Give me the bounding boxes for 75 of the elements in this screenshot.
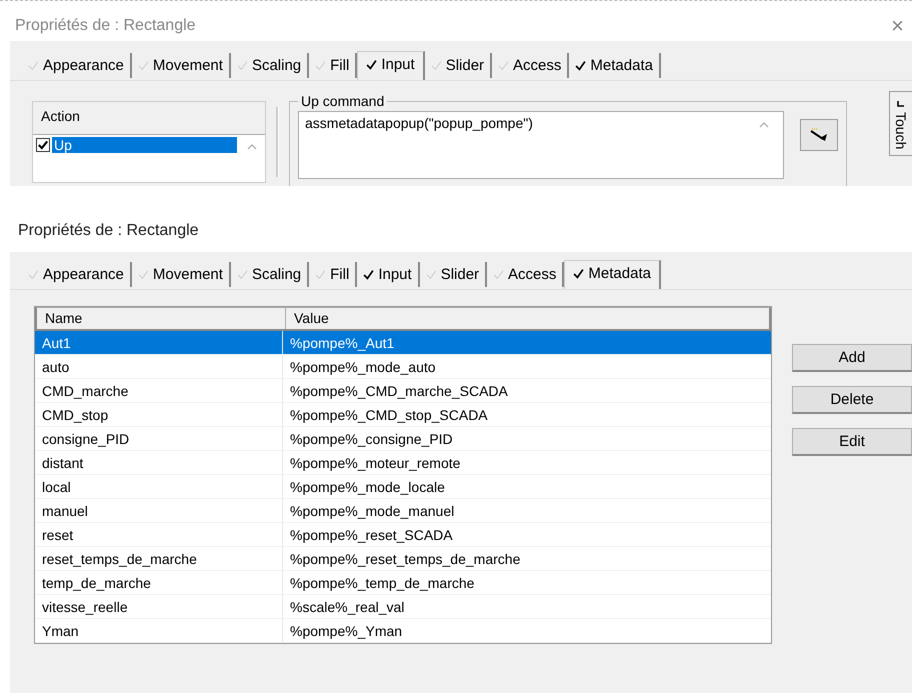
close-button[interactable]: × — [891, 15, 904, 37]
table-cell: auto — [35, 355, 283, 378]
column-header: Action — [33, 102, 265, 135]
table-cell: consigne_PID — [35, 427, 283, 450]
check-icon — [896, 98, 906, 108]
tab-label: Touch — [893, 112, 909, 150]
check-icon — [315, 60, 326, 71]
table-cell: Aut1 — [35, 331, 283, 354]
window-title: Propriétés de : Rectangle — [17, 222, 200, 241]
table-cell-text: %pompe%_Aut1 — [289, 334, 396, 350]
check-icon — [575, 60, 586, 71]
table-row[interactable]: reset %pompe%_reset_SCADA — [35, 523, 771, 547]
table-row[interactable]: auto %pompe%_mode_auto — [35, 355, 771, 379]
table-cell: manuel — [35, 499, 283, 522]
table-row[interactable]: reset_temps_de_marche %pompe%_reset_temps_de_marche — [35, 547, 771, 571]
table-row[interactable]: Yman %pompe%_Yman — [35, 619, 771, 643]
table-cell-text: %pompe%_consigne_PID — [289, 430, 454, 446]
action-button[interactable]: Delete — [792, 386, 912, 414]
table-cell-text: %pompe%_mode_manuel — [289, 502, 456, 518]
table-cell-text: %pompe%_mode_auto — [289, 358, 437, 374]
check-icon — [430, 60, 442, 71]
table-cell-text: %scale%_real_val — [289, 598, 406, 614]
table-cell: temp_de_marche — [35, 571, 283, 594]
check-icon — [138, 269, 149, 280]
table-cell-text: %pompe%_reset_SCADA — [289, 526, 454, 542]
table-row[interactable]: consigne_PID %pompe%_consigne_PID — [35, 427, 771, 451]
table-cell-text: %pompe%_Yman — [289, 622, 404, 638]
table-cell: CMD_stop — [35, 403, 283, 426]
tab[interactable]: Input — [357, 51, 425, 80]
command-field[interactable]: assmetadatapopup("popup_pompe") — [298, 111, 784, 179]
table-cell: distant — [35, 451, 283, 474]
command-text: assmetadatapopup("popup_pompe") — [305, 115, 533, 131]
table-row[interactable]: temp_de_marche %pompe%_temp_de_marche — [35, 571, 771, 595]
column-header[interactable]: Value — [286, 308, 337, 329]
table-cell-text: %pompe%_reset_temps_de_marche — [289, 550, 522, 566]
table-cell-text: %pompe%_mode_locale — [289, 478, 446, 494]
check-icon — [138, 60, 149, 71]
check-icon — [363, 269, 374, 280]
check-icon — [498, 60, 510, 71]
table-row[interactable]: CMD_stop %pompe%_CMD_stop_SCADA — [35, 403, 771, 427]
table-row[interactable]: vitesse_reelle %scale%_real_val — [35, 595, 771, 619]
table-cell-text: %pompe%_moteur_remote — [289, 454, 462, 470]
checkbox[interactable] — [36, 138, 50, 152]
group-label: Up command — [300, 93, 386, 109]
check-icon — [236, 269, 248, 280]
side-tab[interactable]: Touch — [889, 91, 912, 156]
table-cell: CMD_marche — [35, 379, 283, 402]
check-icon — [493, 269, 504, 280]
check-icon — [426, 269, 437, 280]
table-cell-text: %pompe%_CMD_stop_SCADA — [289, 406, 489, 422]
table-row[interactable]: local %pompe%_mode_locale — [35, 475, 771, 499]
table-row[interactable]: distant %pompe%_moteur_remote — [35, 451, 771, 475]
window-title: Propriétés de : Rectangle — [15, 17, 196, 35]
table-cell-text: %pompe%_temp_de_marche — [289, 574, 476, 590]
wand-button[interactable] — [800, 119, 838, 151]
table-cell: reset_temps_de_marche — [35, 547, 283, 570]
table-cell: Yman — [35, 619, 283, 642]
tab[interactable]: Metadata — [564, 260, 661, 289]
table-cell: vitesse_reelle — [35, 595, 283, 618]
table-cell: reset — [35, 523, 283, 546]
table-row[interactable]: manuel %pompe%_mode_manuel — [35, 499, 771, 523]
check-icon — [573, 268, 584, 279]
table-row[interactable]: CMD_marche %pompe%_CMD_marche_SCADA — [35, 379, 771, 403]
action-button[interactable]: Edit — [792, 428, 912, 456]
table-row[interactable]: Aut1 %pompe%_Aut1 — [35, 331, 771, 355]
column-header[interactable]: Name — [37, 308, 286, 329]
check-icon — [236, 60, 248, 71]
action-button[interactable]: Add — [792, 344, 912, 372]
table-cell-text: %pompe%_CMD_marche_SCADA — [289, 382, 509, 398]
check-icon — [28, 269, 39, 280]
check-icon — [28, 60, 39, 71]
check-icon — [315, 269, 326, 280]
table-cell: local — [35, 475, 283, 498]
check-icon — [366, 59, 378, 70]
wand-icon — [809, 128, 829, 142]
